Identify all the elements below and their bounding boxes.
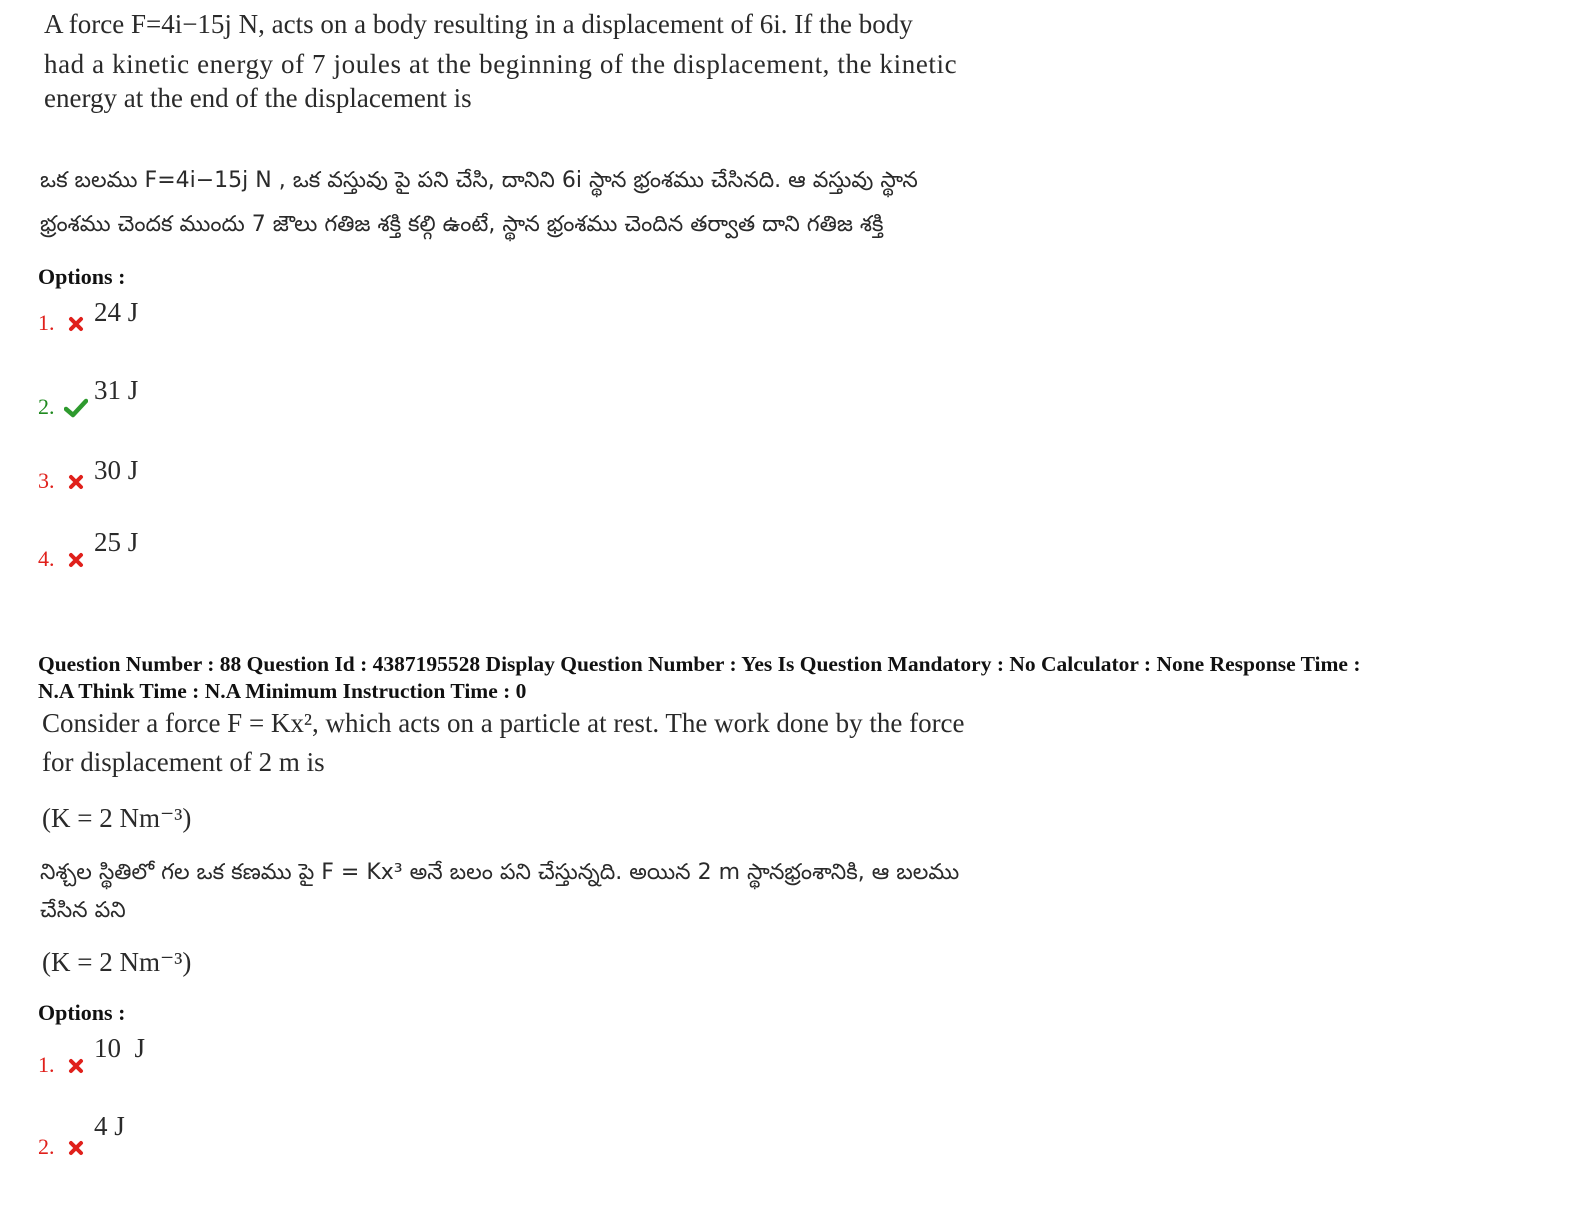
q88-english-line-2: for displacement of 2 m is [42,747,325,777]
check-icon [64,396,88,420]
q87-english-text: A force F=4i−15j N, acts on a body resul… [44,4,957,118]
q88-telugu-line-2: చేసిన పని [40,898,126,923]
q87-options-label: Options : [38,264,126,289]
option-value: 31 J [94,375,139,405]
q87-telugu-line-2: భ్రంశము చెందక ముందు 7 జౌలు గతిజ శక్తి కల… [40,212,884,237]
option-value: 10 J [94,1033,146,1063]
q87-english-line-1: A force F=4i−15j N, acts on a body resul… [44,9,913,39]
cross-icon [64,548,88,572]
cross-icon [64,1054,88,1078]
option-number: 4. [38,546,55,571]
q87-option-4: 4. 25 J [38,527,138,572]
q88-english-line-1: Consider a force F = Kx², which acts on … [42,708,965,738]
q88-constant-2: (K = 2 Nm⁻³) [42,947,192,977]
option-number: 2. [38,1134,55,1159]
cross-icon [64,1136,88,1160]
q87-telugu-line-1: ఒక బలము F=4i−15j N , ఒక వస్తువు పై పని చ… [40,168,918,193]
option-value: 4 J [94,1111,125,1141]
q88-options-label: Options : [38,1000,126,1025]
q88-meta-line-1: Question Number : 88 Question Id : 43871… [38,652,1361,676]
q87-english-line-3: energy at the end of the displacement is [44,83,472,113]
q87-option-1: 1. 24 J [38,297,139,336]
q88-meta-line-2: N.A Think Time : N.A Minimum Instruction… [38,679,527,703]
option-value: 24 J [94,297,139,327]
q88-english-text: Consider a force F = Kx², which acts on … [42,704,965,782]
option-number: 1. [38,1052,55,1077]
q87-option-2: 2. 31 J [38,375,138,420]
option-value: 25 J [94,527,139,557]
q88-telugu-line-1: నిశ్చల స్థితిలో గల ఒక కణము పై F = Kx³ అన… [40,860,960,885]
q88-option-1: 1. 10 J [38,1033,145,1078]
q88-constant: (K = 2 Nm⁻³) [42,803,192,833]
q88-option-2: 2. 4 J [38,1111,125,1160]
q88-metadata: Question Number : 88 Question Id : 43871… [38,651,1538,705]
cross-icon [64,312,88,336]
q87-option-3: 3. 30 J [38,455,139,494]
option-value: 30 J [94,455,139,485]
option-number: 3. [38,468,55,493]
option-number: 2. [38,394,55,419]
option-number: 1. [38,310,55,335]
cross-icon [64,470,88,494]
